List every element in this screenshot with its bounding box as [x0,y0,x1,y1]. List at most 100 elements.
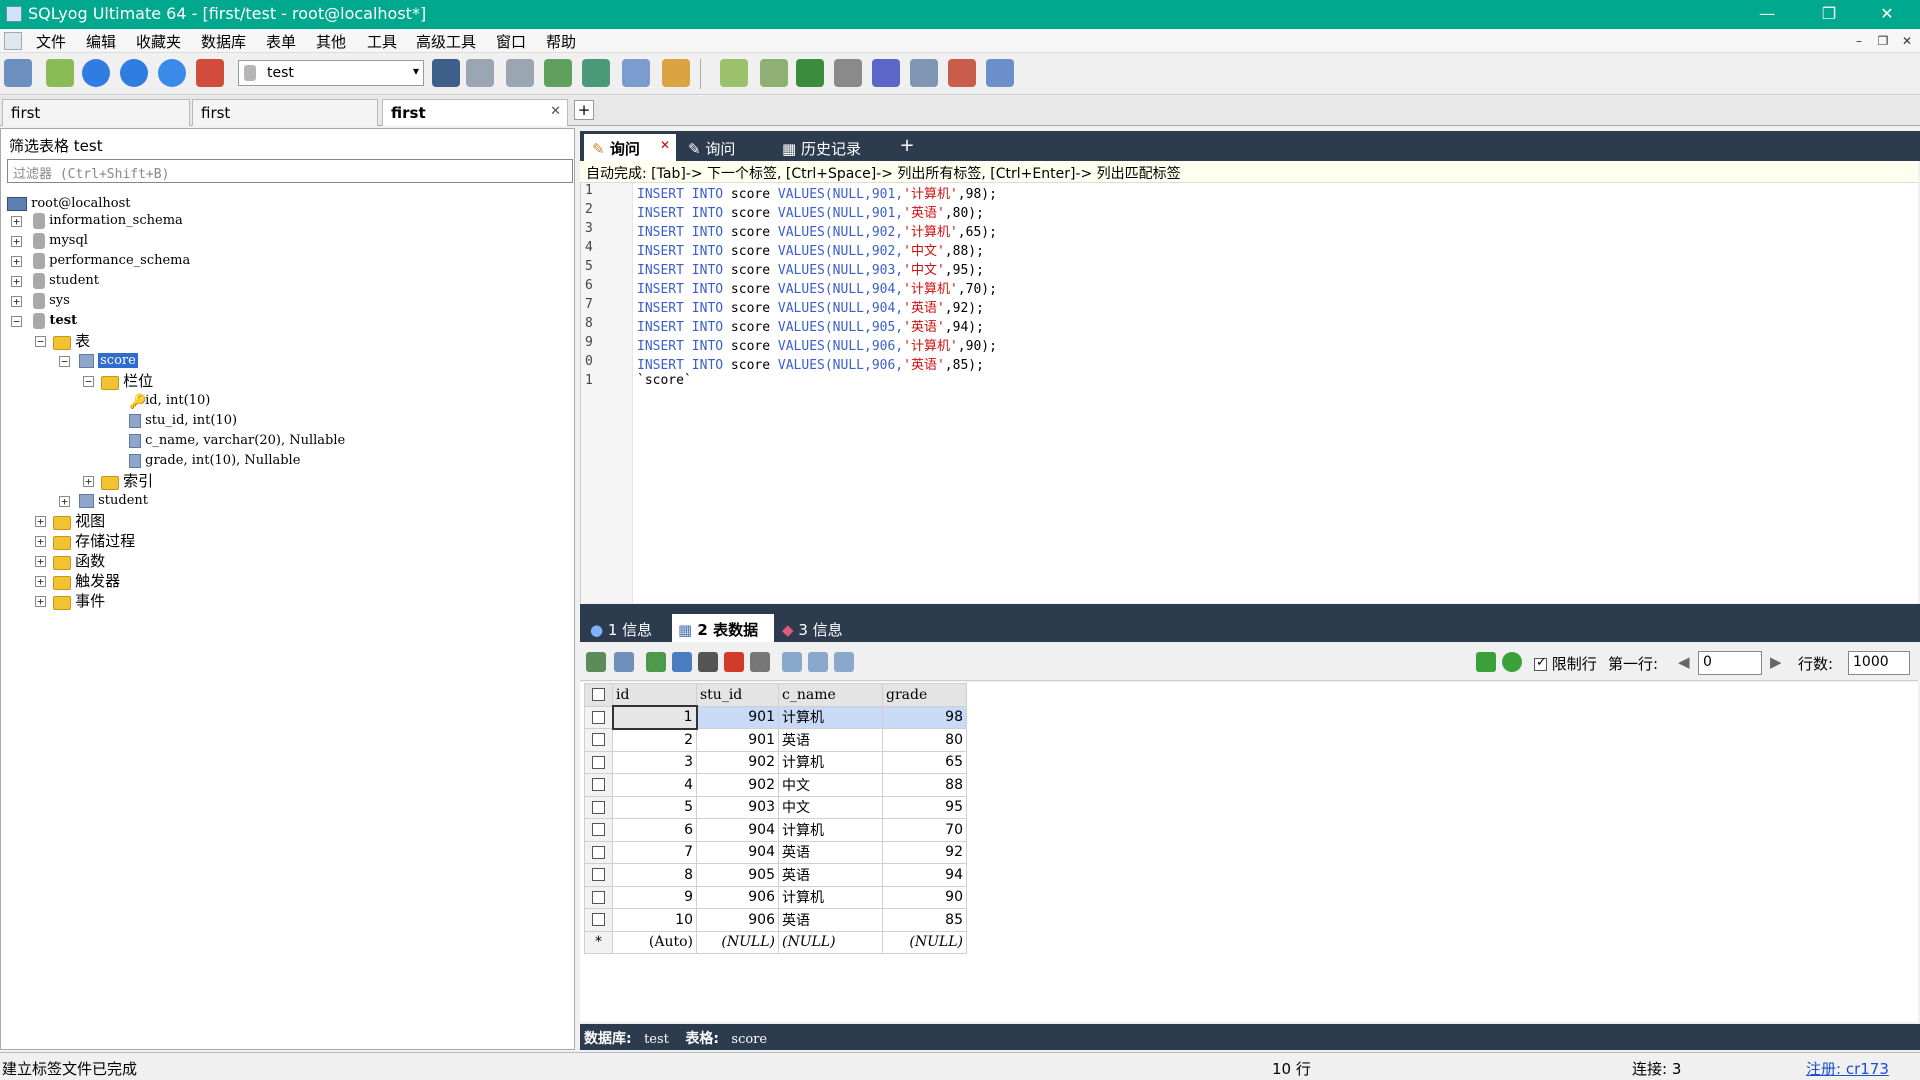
tree-column-id[interactable]: 🔑 id, int(10) [129,392,210,410]
table-cell[interactable]: 1 [611,705,698,730]
mdi-restore-icon[interactable]: ❐ [1874,32,1892,50]
migration-icon[interactable] [796,59,824,87]
table-cell[interactable]: 94 [882,863,967,887]
import-icon[interactable] [760,59,788,87]
new-query-icon[interactable] [46,59,74,87]
column-header[interactable]: id [612,683,697,707]
expand-icon[interactable]: + [35,536,46,547]
table-cell[interactable]: 70 [882,818,967,842]
tree-db-test[interactable]: test [33,312,77,330]
filter-icon[interactable] [1476,652,1496,672]
row-checkbox[interactable] [584,863,613,887]
collapse-icon[interactable]: − [11,316,22,327]
column-header[interactable]: stu_id [696,683,779,707]
expand-icon[interactable]: + [11,216,22,227]
menu-other[interactable]: 其他 [316,31,346,52]
table-cell[interactable]: 904 [696,818,779,842]
tree-table-student[interactable]: student [79,492,148,510]
table-row[interactable]: 2 901 英语 80 [584,728,967,752]
table-cell[interactable]: 85 [882,908,967,932]
tree-folder-tables[interactable]: 表 [53,332,90,350]
form-view-icon[interactable] [808,652,828,672]
row-checkbox[interactable] [584,728,613,752]
table-cell[interactable]: 10 [612,908,697,932]
tree-db-mysql[interactable]: mysql [33,232,88,250]
table-cell[interactable]: 3 [612,750,697,774]
table-cell[interactable]: 98 [882,705,967,729]
execute-all-icon[interactable] [120,59,148,87]
stop-icon[interactable] [196,59,224,87]
user-manager-icon[interactable] [432,59,460,87]
row-checkbox[interactable] [584,705,613,729]
row-checkbox[interactable] [584,773,613,797]
table-cell[interactable]: 88 [882,773,967,797]
save-icon[interactable] [698,652,718,672]
menu-database[interactable]: 数据库 [201,31,246,52]
create-database-icon[interactable] [466,59,494,87]
table-cell[interactable]: 4 [612,773,697,797]
first-row-input[interactable]: 0 [1698,651,1762,675]
new-row[interactable]: * (Auto) (NULL) (NULL) (NULL) [584,930,967,954]
table-cell[interactable]: 902 [696,750,779,774]
close-button[interactable]: ✕ [1864,0,1910,29]
table-cell[interactable]: 90 [882,885,967,909]
table-row[interactable]: 8 905 英语 94 [584,863,967,887]
table-cell[interactable]: 902 [696,773,779,797]
limit-rows-checkbox[interactable]: ✓ 限制行 [1534,653,1597,674]
schema-designer-icon[interactable] [622,59,650,87]
table-row[interactable]: 10 906 英语 85 [584,908,967,932]
tree-column-grade[interactable]: grade, int(10), Nullable [129,452,300,470]
table-cell[interactable]: 905 [696,863,779,887]
register-link[interactable]: 注册: cr173 [1806,1058,1889,1079]
row-checkbox[interactable] [584,818,613,842]
table-cell[interactable]: 2 [612,728,697,752]
pane-splitter[interactable] [580,604,1920,611]
menu-help[interactable]: 帮助 [546,31,576,52]
tree-folder-procedures[interactable]: 存储过程 [53,532,135,550]
expand-icon[interactable]: + [11,276,22,287]
table-cell[interactable]: 计算机 [778,750,883,774]
grid-view-icon[interactable] [782,652,802,672]
schema-sync-icon[interactable] [948,59,976,87]
add-tab-button[interactable]: + [574,100,594,120]
table-cell[interactable]: 6 [612,818,697,842]
table-row[interactable]: 7 904 英语 92 [584,840,967,864]
tree-folder-functions[interactable]: 函数 [53,552,105,570]
column-header[interactable]: grade [882,683,967,707]
tree-column-c-name[interactable]: c_name, varchar(20), Nullable [129,432,345,450]
tree-db-information-schema[interactable]: information_schema [33,212,183,230]
restore-icon[interactable] [582,59,610,87]
table-cell[interactable]: 计算机 [778,818,883,842]
close-tab-icon[interactable]: ✕ [660,138,670,152]
table-cell[interactable]: (Auto) [612,930,697,954]
expand-icon[interactable]: + [11,236,22,247]
table-row[interactable]: 9 906 计算机 90 [584,885,967,909]
table-cell[interactable]: 英语 [778,840,883,864]
table-cell[interactable]: 901 [696,705,779,729]
new-connection-icon[interactable] [4,59,32,87]
table-cell[interactable]: 92 [882,840,967,864]
visual-compare-icon[interactable] [986,59,1014,87]
tree-folder-views[interactable]: 视图 [53,512,105,530]
expand-icon[interactable]: + [35,596,46,607]
tree-db-student[interactable]: student [33,272,99,290]
backup-icon[interactable] [544,59,572,87]
tab-table-data[interactable]: ▦ 2 表数据 [672,614,774,642]
table-cell[interactable]: 906 [696,908,779,932]
tab-messages[interactable]: ● 1 信息 [584,614,670,642]
mdi-minimize-icon[interactable]: – [1850,32,1868,50]
tree-folder-triggers[interactable]: 触发器 [53,572,120,590]
sql-editor[interactable]: 1 2 3 4 5 6 7 8 9 0 1 INSERT INTO score … [580,183,1918,603]
text-view-icon[interactable] [834,652,854,672]
tree-db-sys[interactable]: sys [33,292,70,310]
expand-icon[interactable]: + [35,576,46,587]
table-cell[interactable]: 906 [696,885,779,909]
data-search-icon[interactable] [910,59,938,87]
table-cell[interactable]: 901 [696,728,779,752]
tree-root[interactable]: root@localhost [7,195,131,213]
table-cell[interactable]: 80 [882,728,967,752]
tab-info[interactable]: ◆ 3 信息 [776,614,868,642]
select-all-checkbox[interactable] [584,683,613,707]
tree-folder-indexes[interactable]: 索引 [101,472,153,490]
expand-icon[interactable]: + [83,476,94,487]
